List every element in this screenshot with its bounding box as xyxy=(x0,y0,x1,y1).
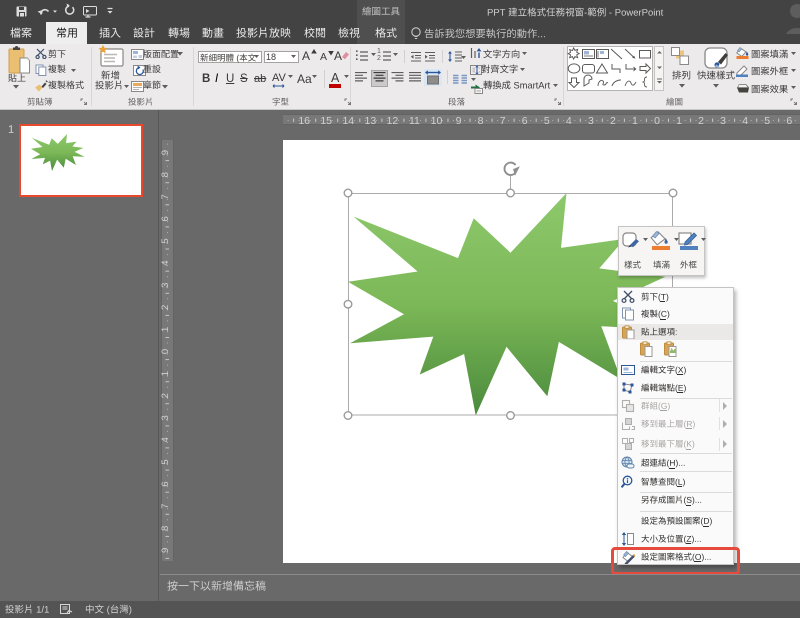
svg-text:2: 2 xyxy=(161,304,171,309)
svg-text:4: 4 xyxy=(161,437,171,442)
svg-text:6: 6 xyxy=(161,481,171,486)
svg-text:6: 6 xyxy=(786,114,792,125)
svg-text:3: 3 xyxy=(588,114,594,125)
svg-text:8: 8 xyxy=(161,525,171,530)
svg-text:11: 11 xyxy=(409,114,420,125)
svg-text:9: 9 xyxy=(161,547,171,552)
svg-text:0: 0 xyxy=(161,348,171,353)
svg-text:14: 14 xyxy=(342,114,354,125)
svg-text:8: 8 xyxy=(478,114,484,125)
svg-text:2: 2 xyxy=(610,114,616,125)
svg-text:1: 1 xyxy=(676,114,682,125)
svg-text:1: 1 xyxy=(161,370,171,375)
svg-text:7: 7 xyxy=(161,194,171,199)
svg-text:1: 1 xyxy=(632,114,638,125)
svg-text:10: 10 xyxy=(431,114,443,125)
svg-text:16: 16 xyxy=(298,114,310,125)
svg-text:12: 12 xyxy=(387,114,399,125)
svg-text:1: 1 xyxy=(161,326,171,331)
svg-text:5: 5 xyxy=(544,114,550,125)
svg-text:3: 3 xyxy=(720,114,726,125)
svg-text:0: 0 xyxy=(654,114,660,125)
svg-text:6: 6 xyxy=(522,114,528,125)
svg-text:6: 6 xyxy=(161,216,171,221)
svg-text:4: 4 xyxy=(161,260,171,265)
svg-text:4: 4 xyxy=(566,114,572,125)
svg-text:15: 15 xyxy=(320,114,332,125)
svg-text:13: 13 xyxy=(365,114,377,125)
svg-text:3: 3 xyxy=(161,415,171,420)
svg-text:5: 5 xyxy=(764,114,770,125)
svg-text:3: 3 xyxy=(161,282,171,287)
svg-text:5: 5 xyxy=(161,459,171,464)
svg-text:5: 5 xyxy=(161,238,171,243)
svg-text:7: 7 xyxy=(500,114,506,125)
svg-text:4: 4 xyxy=(742,114,748,125)
svg-text:2: 2 xyxy=(698,114,704,125)
svg-text:9: 9 xyxy=(456,114,462,125)
svg-text:2: 2 xyxy=(161,393,171,398)
svg-text:9: 9 xyxy=(161,149,171,154)
svg-text:8: 8 xyxy=(161,172,171,177)
svg-text:7: 7 xyxy=(161,503,171,508)
